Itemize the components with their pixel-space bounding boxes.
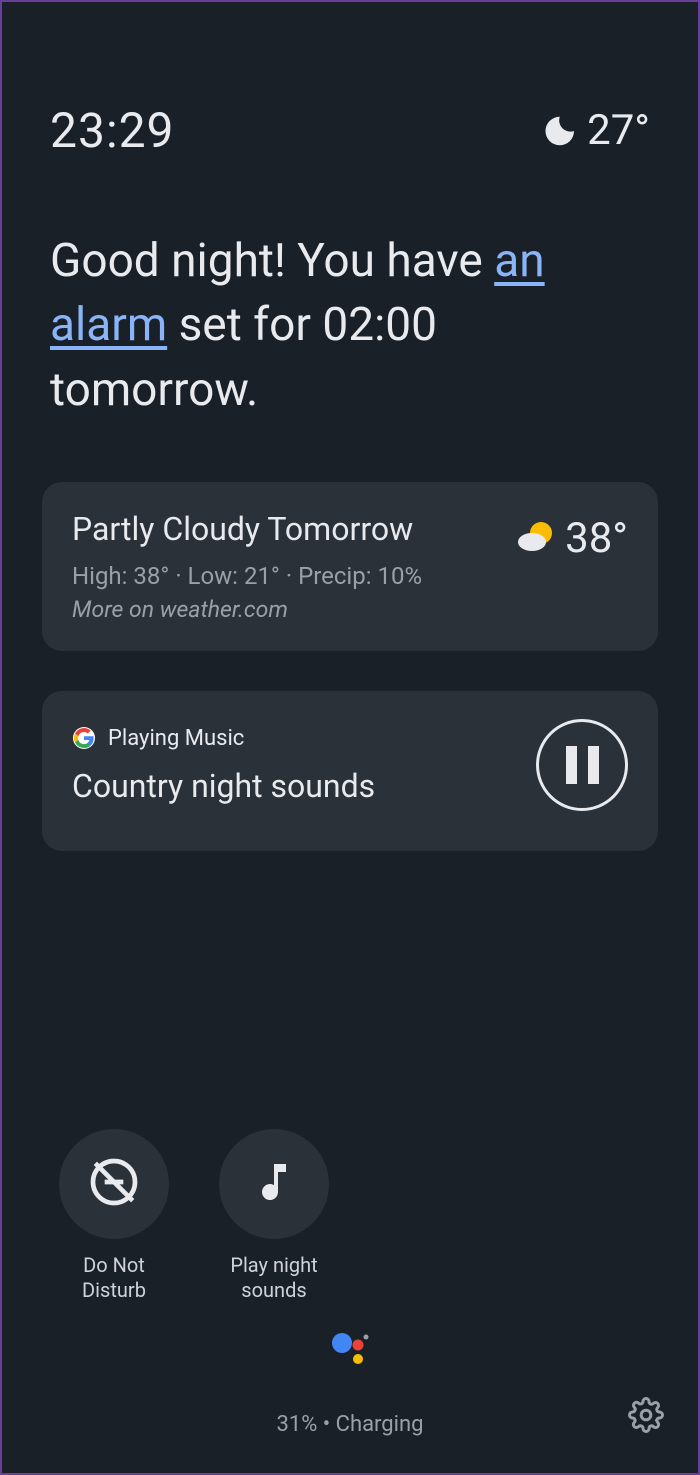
header-weather[interactable]: 27° bbox=[541, 106, 650, 155]
battery-status: 31% • Charging bbox=[276, 1412, 423, 1437]
pause-button[interactable] bbox=[536, 719, 628, 811]
assistant-icon[interactable] bbox=[328, 1325, 372, 1373]
gear-icon bbox=[628, 1418, 664, 1437]
weather-title: Partly Cloudy Tomorrow bbox=[72, 510, 501, 548]
header-temp: 27° bbox=[587, 106, 650, 155]
weather-tomorrow-temp: 38° bbox=[565, 514, 628, 563]
music-track-title: Country night sounds bbox=[72, 767, 536, 805]
greeting: Good night! You have an alarm set for 02… bbox=[2, 159, 698, 422]
music-note-icon bbox=[250, 1158, 298, 1210]
greeting-prefix: Good night! You have bbox=[50, 234, 494, 288]
quick-action-dnd[interactable]: Do Not Disturb bbox=[54, 1129, 174, 1303]
partly-cloudy-icon bbox=[517, 517, 557, 561]
moon-icon bbox=[541, 113, 577, 149]
music-source-label: Playing Music bbox=[108, 726, 244, 751]
google-logo-icon bbox=[72, 726, 96, 750]
music-info: Playing Music Country night sounds bbox=[72, 726, 536, 805]
night-sounds-button[interactable] bbox=[219, 1129, 329, 1239]
quick-actions: Do Not Disturb Play night sounds bbox=[54, 1129, 334, 1303]
music-card[interactable]: Playing Music Country night sounds bbox=[42, 691, 658, 851]
dnd-button[interactable] bbox=[59, 1129, 169, 1239]
weather-info: Partly Cloudy Tomorrow High: 38° · Low: … bbox=[72, 510, 501, 623]
weather-detail: High: 38° · Low: 21° · Precip: 10% bbox=[72, 562, 501, 590]
header: 23:29 27° bbox=[2, 2, 698, 159]
dnd-off-icon bbox=[86, 1154, 142, 1214]
cards-container: Partly Cloudy Tomorrow High: 38° · Low: … bbox=[2, 422, 698, 851]
weather-card[interactable]: Partly Cloudy Tomorrow High: 38° · Low: … bbox=[42, 482, 658, 651]
settings-button[interactable] bbox=[628, 1397, 664, 1437]
music-header: Playing Music bbox=[72, 726, 536, 751]
clock-time: 23:29 bbox=[50, 102, 175, 159]
night-sounds-label: Play night sounds bbox=[230, 1253, 317, 1303]
weather-more-link[interactable]: More on weather.com bbox=[72, 596, 501, 623]
weather-temp-block: 38° bbox=[517, 510, 628, 563]
pause-icon bbox=[566, 746, 599, 784]
quick-action-night-sounds[interactable]: Play night sounds bbox=[214, 1129, 334, 1303]
dnd-label: Do Not Disturb bbox=[82, 1253, 146, 1303]
